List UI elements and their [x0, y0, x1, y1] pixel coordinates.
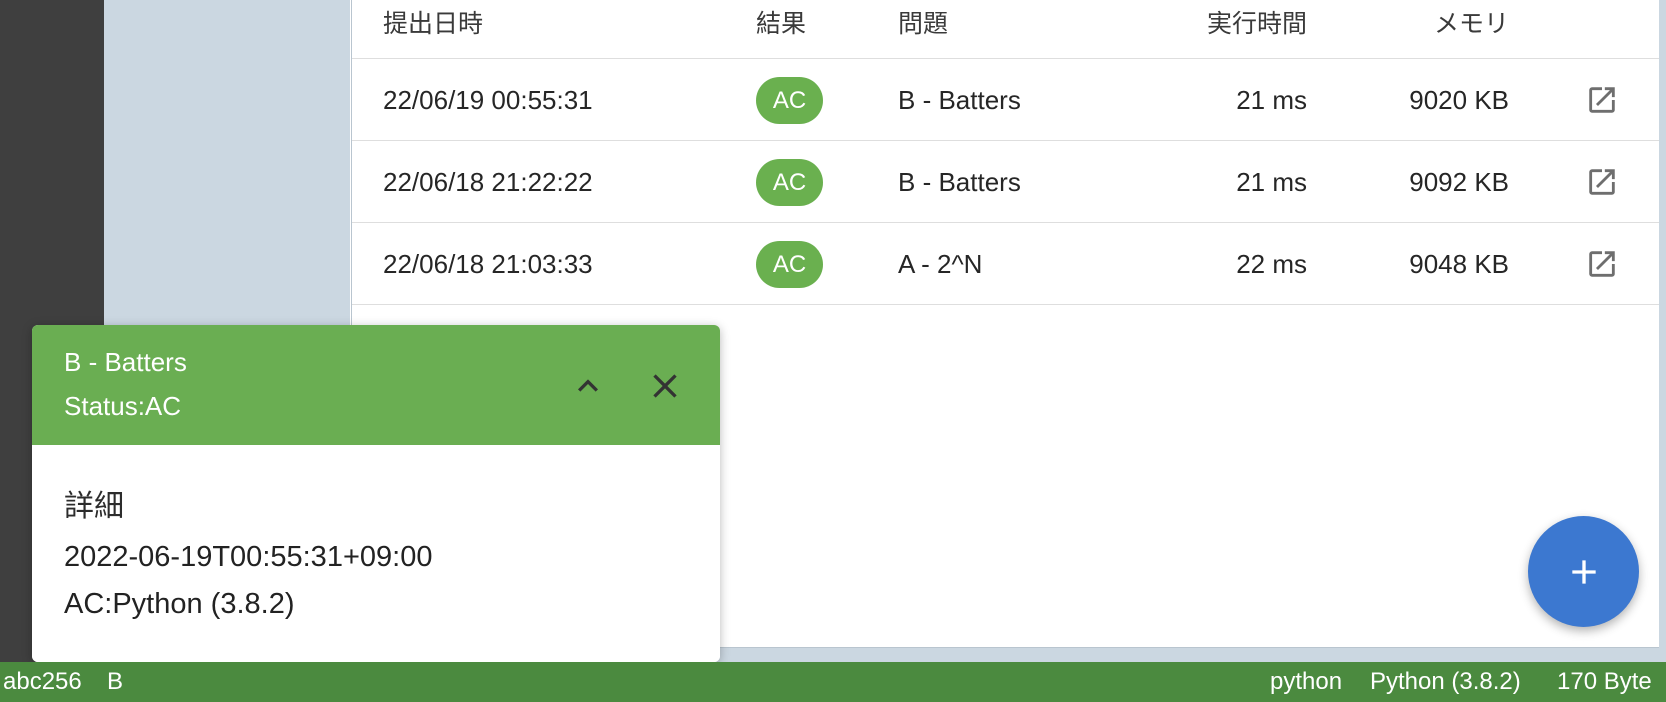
status-size: 170 Byte — [1557, 668, 1652, 695]
open-in-new-icon[interactable] — [1585, 247, 1619, 281]
notification-body: 詳細 2022-06-19T00:55:31+09:00 AC:Python (… — [32, 445, 720, 662]
close-icon[interactable] — [645, 366, 685, 406]
app-window: 提出日時 結果 問題 実行時間 メモリ 22/06/19 00:55:31 AC… — [0, 0, 1666, 702]
submission-date: 22/06/18 21:03:33 — [383, 249, 593, 279]
table-header: 提出日時 結果 問題 実行時間 メモリ — [352, 0, 1659, 59]
table-row: 22/06/18 21:22:22 AC B - Batters 21 ms 9… — [352, 141, 1659, 223]
problem-name: B - Batters — [898, 167, 1021, 197]
table-row: 22/06/19 00:55:31 AC B - Batters 21 ms 9… — [352, 59, 1659, 141]
memory-usage: 9020 KB — [1409, 85, 1509, 115]
status-contest[interactable]: abc256 — [3, 662, 82, 702]
result-badge: AC — [756, 159, 823, 206]
result-badge: AC — [756, 77, 823, 124]
plus-icon — [1571, 559, 1596, 584]
status-language-name[interactable]: Python (3.8.2) — [1370, 662, 1521, 702]
submission-date: 22/06/18 21:22:22 — [383, 167, 593, 197]
header-result: 結果 — [756, 10, 807, 38]
status-language-id[interactable]: python — [1270, 662, 1342, 702]
memory-usage: 9092 KB — [1409, 167, 1509, 197]
add-button[interactable] — [1528, 516, 1639, 627]
exec-time: 21 ms — [1236, 85, 1307, 115]
result-cell: AC — [756, 241, 823, 288]
notification-status: Status:AC — [64, 391, 182, 421]
detail-language: AC:Python (3.8.2) — [64, 588, 295, 620]
result-badge: AC — [756, 241, 823, 288]
notification-title: B - Batters — [64, 347, 187, 377]
result-cell: AC — [756, 159, 823, 206]
status-problem[interactable]: B — [107, 662, 123, 702]
memory-usage: 9048 KB — [1409, 249, 1509, 279]
panel-edge — [1659, 0, 1666, 662]
open-in-new-icon[interactable] — [1585, 83, 1619, 117]
chevron-up-icon[interactable] — [568, 366, 608, 406]
detail-heading: 詳細 — [64, 490, 124, 523]
open-in-new-icon[interactable] — [1585, 165, 1619, 199]
submission-date: 22/06/19 00:55:31 — [383, 85, 593, 115]
header-time: 実行時間 — [1206, 10, 1307, 38]
status-bar: abc256 B python Python (3.8.2) 170 Byte — [0, 662, 1666, 702]
notification-header: B - Batters Status:AC — [32, 325, 720, 445]
exec-time: 22 ms — [1236, 249, 1307, 279]
detail-timestamp: 2022-06-19T00:55:31+09:00 — [64, 541, 433, 573]
header-memory: メモリ — [1433, 10, 1509, 38]
exec-time: 21 ms — [1236, 167, 1307, 197]
header-problem: 問題 — [898, 10, 949, 38]
result-cell: AC — [756, 77, 823, 124]
problem-name: B - Batters — [898, 85, 1021, 115]
submission-notification: B - Batters Status:AC 詳細 2022-06-19T00:5… — [32, 325, 720, 662]
header-date: 提出日時 — [383, 10, 484, 38]
problem-name: A - 2^N — [898, 249, 983, 279]
table-row: 22/06/18 21:03:33 AC A - 2^N 22 ms 9048 … — [352, 223, 1659, 305]
